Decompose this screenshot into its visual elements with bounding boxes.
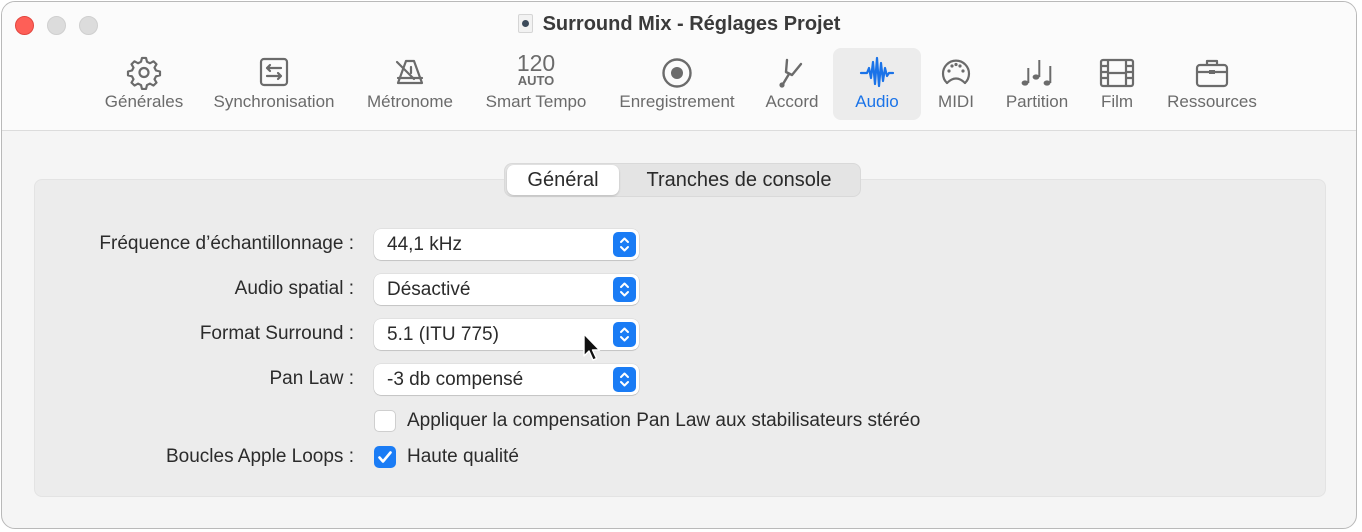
toolbar-item-partition[interactable]: Partition [996, 48, 1078, 120]
sample-rate-label: Fréquence d’échantillonnage : [99, 233, 354, 254]
checkmark-icon [378, 451, 392, 463]
pan-law-popup[interactable]: -3 db compensé [374, 364, 639, 395]
toolbar-item-metronome[interactable]: Métronome [356, 48, 464, 120]
window-title-text: Surround Mix - Réglages Projet [542, 13, 841, 35]
toolbar-label: Smart Tempo [485, 92, 587, 111]
tuning-fork-icon [774, 56, 810, 90]
spatial-audio-value: Désactivé [387, 279, 471, 300]
toolbar-label: Métronome [367, 92, 453, 111]
pan-law-compensation-label: Appliquer la compensation Pan Law aux st… [407, 410, 921, 431]
toolbar-item-enregistrement[interactable]: Enregistrement [607, 48, 747, 120]
project-settings-window: Surround Mix - Réglages Projet Générales [1, 1, 1357, 529]
toolbar-item-smart-tempo[interactable]: 120 AUTO Smart Tempo [474, 48, 598, 120]
popup-chevrons-icon [613, 322, 636, 347]
toolbar-item-ressources[interactable]: Ressources [1157, 48, 1267, 120]
pan-law-compensation-checkbox[interactable] [374, 410, 396, 432]
toolbar-item-film[interactable]: Film [1088, 48, 1146, 120]
surround-format-popup[interactable]: 5.1 (ITU 775) [374, 319, 639, 350]
toolbar-label: Synchronisation [213, 92, 335, 111]
pan-law-value: -3 db compensé [387, 369, 524, 390]
toolbar-item-generales[interactable]: Générales [96, 48, 192, 120]
toolbar-label: Audio [855, 92, 899, 111]
toolbar-label: Ressources [1167, 92, 1257, 111]
metronome-icon [392, 56, 428, 90]
toolbar-label: MIDI [938, 92, 974, 111]
tab-segmented-control: Général Tranches de console [504, 163, 861, 197]
toolbar-label: Accord [765, 92, 819, 111]
spatial-audio-label: Audio spatial : [234, 278, 354, 299]
apple-loops-label: Boucles Apple Loops : [165, 446, 354, 467]
popup-chevrons-icon [613, 232, 636, 257]
popup-chevrons-icon [613, 367, 636, 392]
toolbar-item-synchronisation[interactable]: Synchronisation [202, 48, 346, 120]
pan-law-label: Pan Law : [269, 368, 355, 389]
tempo-mode: AUTO [517, 73, 555, 88]
toolbar-label: Enregistrement [619, 92, 735, 111]
sample-rate-popup[interactable]: 44,1 kHz [374, 229, 639, 260]
toolbar-item-midi[interactable]: MIDI [928, 48, 984, 120]
high-quality-label: Haute qualité [407, 446, 519, 467]
tempo-value: 120 [516, 50, 556, 76]
toolbar-item-audio[interactable]: Audio [833, 48, 921, 120]
waveform-icon [859, 56, 895, 90]
music-notes-icon [1019, 56, 1055, 90]
midi-connector-icon [938, 56, 974, 90]
high-quality-checkbox[interactable] [374, 446, 396, 468]
surround-format-value: 5.1 (ITU 775) [387, 324, 499, 345]
sample-rate-value: 44,1 kHz [387, 234, 462, 255]
film-strip-icon [1099, 56, 1135, 90]
document-icon [517, 14, 533, 33]
toolbar-label: Générales [104, 92, 184, 111]
spatial-audio-popup[interactable]: Désactivé [374, 274, 639, 305]
window-title: Surround Mix - Réglages Projet [2, 13, 1356, 36]
briefcase-icon [1194, 56, 1230, 90]
toolbar-label: Film [1100, 92, 1134, 111]
settings-toolbar: Générales Synchronisation Métronome 120 … [2, 48, 1356, 120]
surround-format-label: Format Surround : [199, 323, 354, 344]
gear-icon [126, 56, 162, 90]
popup-chevrons-icon [613, 277, 636, 302]
toolbar-label: Partition [1005, 92, 1069, 111]
tab-general[interactable]: Général [507, 165, 619, 195]
toolbar-item-accord[interactable]: Accord [756, 48, 828, 120]
record-icon [659, 56, 695, 90]
sync-arrows-icon [256, 56, 292, 90]
tab-tranches-de-console[interactable]: Tranches de console [621, 165, 857, 195]
title-bar: Surround Mix - Réglages Projet Générales [2, 2, 1356, 131]
